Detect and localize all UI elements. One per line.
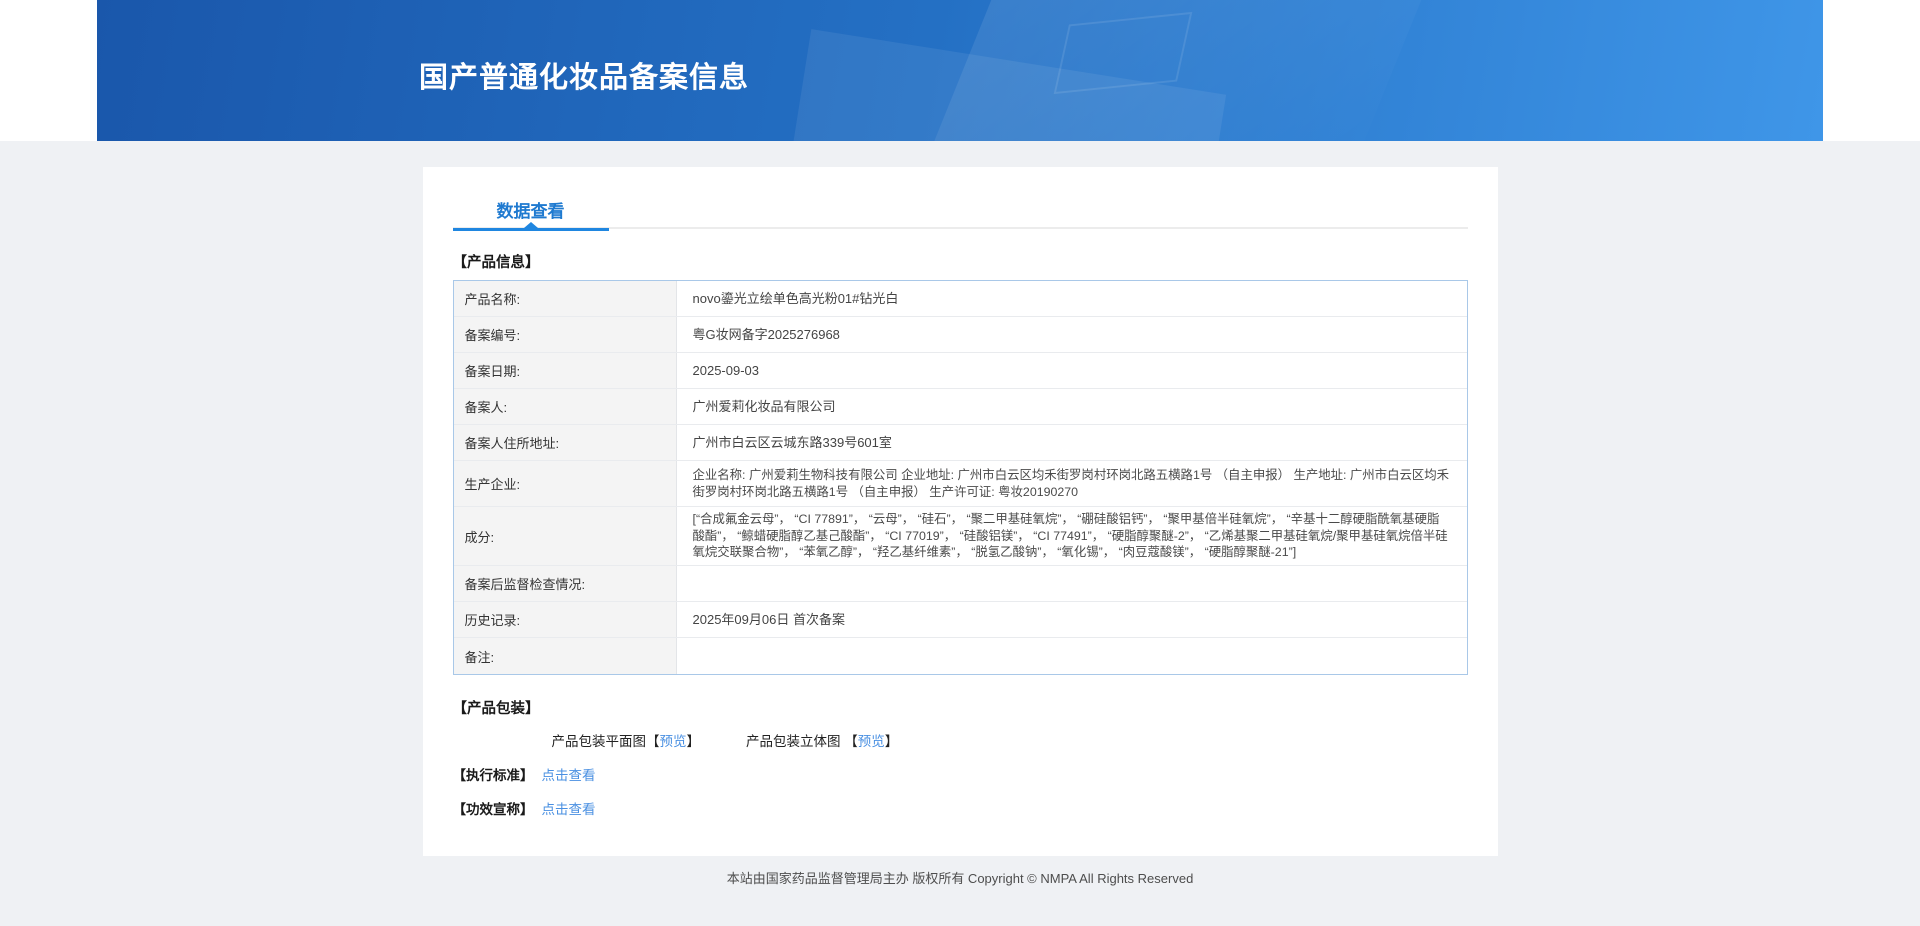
page-footer: 本站由国家药品监督管理局主办 版权所有 Copyright © NMPA All… (0, 868, 1920, 887)
packaging-line: 产品包装平面图【预览】 产品包装立体图 【预览】 (552, 730, 1468, 750)
header-band: 国产普通化妆品备案信息 (0, 0, 1920, 141)
row-label: 成分: (453, 507, 677, 566)
row-value: 2025-09-03 (692, 362, 760, 378)
table-row-product-name: 产品名称: novo鎏光立绘单色高光粉01#钻光白 (453, 281, 1467, 317)
packaging-flat-label: 产品包装平面图 (551, 734, 647, 750)
tab-active-underline (452, 228, 609, 231)
table-row-manufacturer: 生产企业: 企业名称: 广州爱莉生物科技有限公司 企业地址: 广州市白云区均禾街… (453, 461, 1467, 507)
row-value: [“合成氟金云母”， “CI 77891”， “云母”， “硅石”， “聚二甲基… (692, 512, 1448, 560)
row-label: 备注: (453, 638, 677, 675)
tab-data-view-label: 数据查看 (496, 202, 565, 221)
section-efficacy-title: 【功效宣称】 (452, 802, 534, 818)
row-value: novo鎏光立绘单色高光粉01#钻光白 (692, 290, 899, 306)
bracket-open: 【 (844, 734, 858, 750)
row-label: 产品名称: (453, 281, 677, 316)
row-label: 生产企业: (453, 461, 677, 506)
table-row-filing-number: 备案编号: 粤G妆网备字2025276968 (453, 317, 1467, 353)
efficacy-view-link[interactable]: 点击查看 (542, 802, 596, 817)
footer-copyright: 本站由国家药品监督管理局主办 版权所有 Copyright © NMPA All… (726, 871, 1194, 887)
table-row-supervision: 备案后监督检查情况: (453, 566, 1467, 603)
section-product-info-title: 【产品信息】 (452, 255, 540, 271)
table-row-history: 历史记录: 2025年09月06日 首次备案 (453, 602, 1467, 639)
product-info-table: 产品名称: novo鎏光立绘单色高光粉01#钻光白 备案编号: 粤G妆网备字20… (452, 280, 1468, 676)
row-value: 企业名称: 广州爱莉生物科技有限公司 企业地址: 广州市白云区均禾街罗岗村环岗北… (692, 467, 1450, 499)
row-label: 历史记录: (453, 602, 677, 638)
row-value (677, 566, 1467, 601)
bracket-close: 】 (686, 734, 701, 750)
row-label: 备案后监督检查情况: (453, 566, 677, 602)
table-row-remarks: 备注: (453, 638, 1467, 675)
row-label: 备案日期: (453, 353, 677, 388)
content-area: 数据查看 【产品信息】 产品名称: novo鎏光立绘单色高光粉01#钻光白 备案… (0, 141, 1920, 887)
bracket-open: 【 (646, 734, 660, 750)
packaging-stereo-label: 产品包装立体图 (746, 734, 841, 750)
row-value: 2025年09月06日 首次备案 (692, 611, 845, 627)
packaging-flat-preview-link[interactable]: 预览 (660, 734, 687, 749)
section-standard-title: 【执行标准】 (452, 768, 534, 784)
row-label: 备案编号: (453, 317, 677, 352)
row-value: 广州市白云区云城东路339号601室 (692, 434, 892, 450)
standard-line: 【执行标准】 点击查看 (453, 764, 1468, 784)
table-row-ingredients: 成分: [“合成氟金云母”， “CI 77891”， “云母”， “硅石”， “… (453, 507, 1467, 567)
bracket-close: 】 (884, 734, 899, 750)
tab-caret-icon (523, 222, 538, 228)
packaging-stereo-preview-link[interactable]: 预览 (858, 734, 885, 749)
efficacy-line: 【功效宣称】 点击查看 (453, 798, 1468, 818)
table-row-filer: 备案人: 广州爱莉化妆品有限公司 (453, 389, 1467, 425)
page-title: 国产普通化妆品备案信息 (419, 62, 750, 94)
banner-decoration (1053, 11, 1193, 95)
page-header: 国产普通化妆品备案信息 (97, 0, 1823, 141)
standard-view-link[interactable]: 点击查看 (542, 768, 596, 783)
tab-bar: 数据查看 (452, 167, 1468, 231)
row-value (677, 638, 1467, 674)
row-value: 广州爱莉化妆品有限公司 (692, 398, 836, 414)
tab-data-view[interactable]: 数据查看 (452, 167, 609, 231)
row-label: 备案人住所地址: (453, 425, 677, 460)
content-card: 数据查看 【产品信息】 产品名称: novo鎏光立绘单色高光粉01#钻光白 备案… (422, 167, 1498, 857)
row-value: 粤G妆网备字2025276968 (692, 326, 840, 342)
table-row-filing-date: 备案日期: 2025-09-03 (453, 353, 1467, 389)
packaging-stereo-group: 产品包装立体图 【预览】 (746, 734, 898, 749)
table-row-filer-address: 备案人住所地址: 广州市白云区云城东路339号601室 (453, 425, 1467, 461)
row-label: 备案人: (453, 389, 677, 424)
section-packaging-title: 【产品包装】 (452, 701, 540, 718)
